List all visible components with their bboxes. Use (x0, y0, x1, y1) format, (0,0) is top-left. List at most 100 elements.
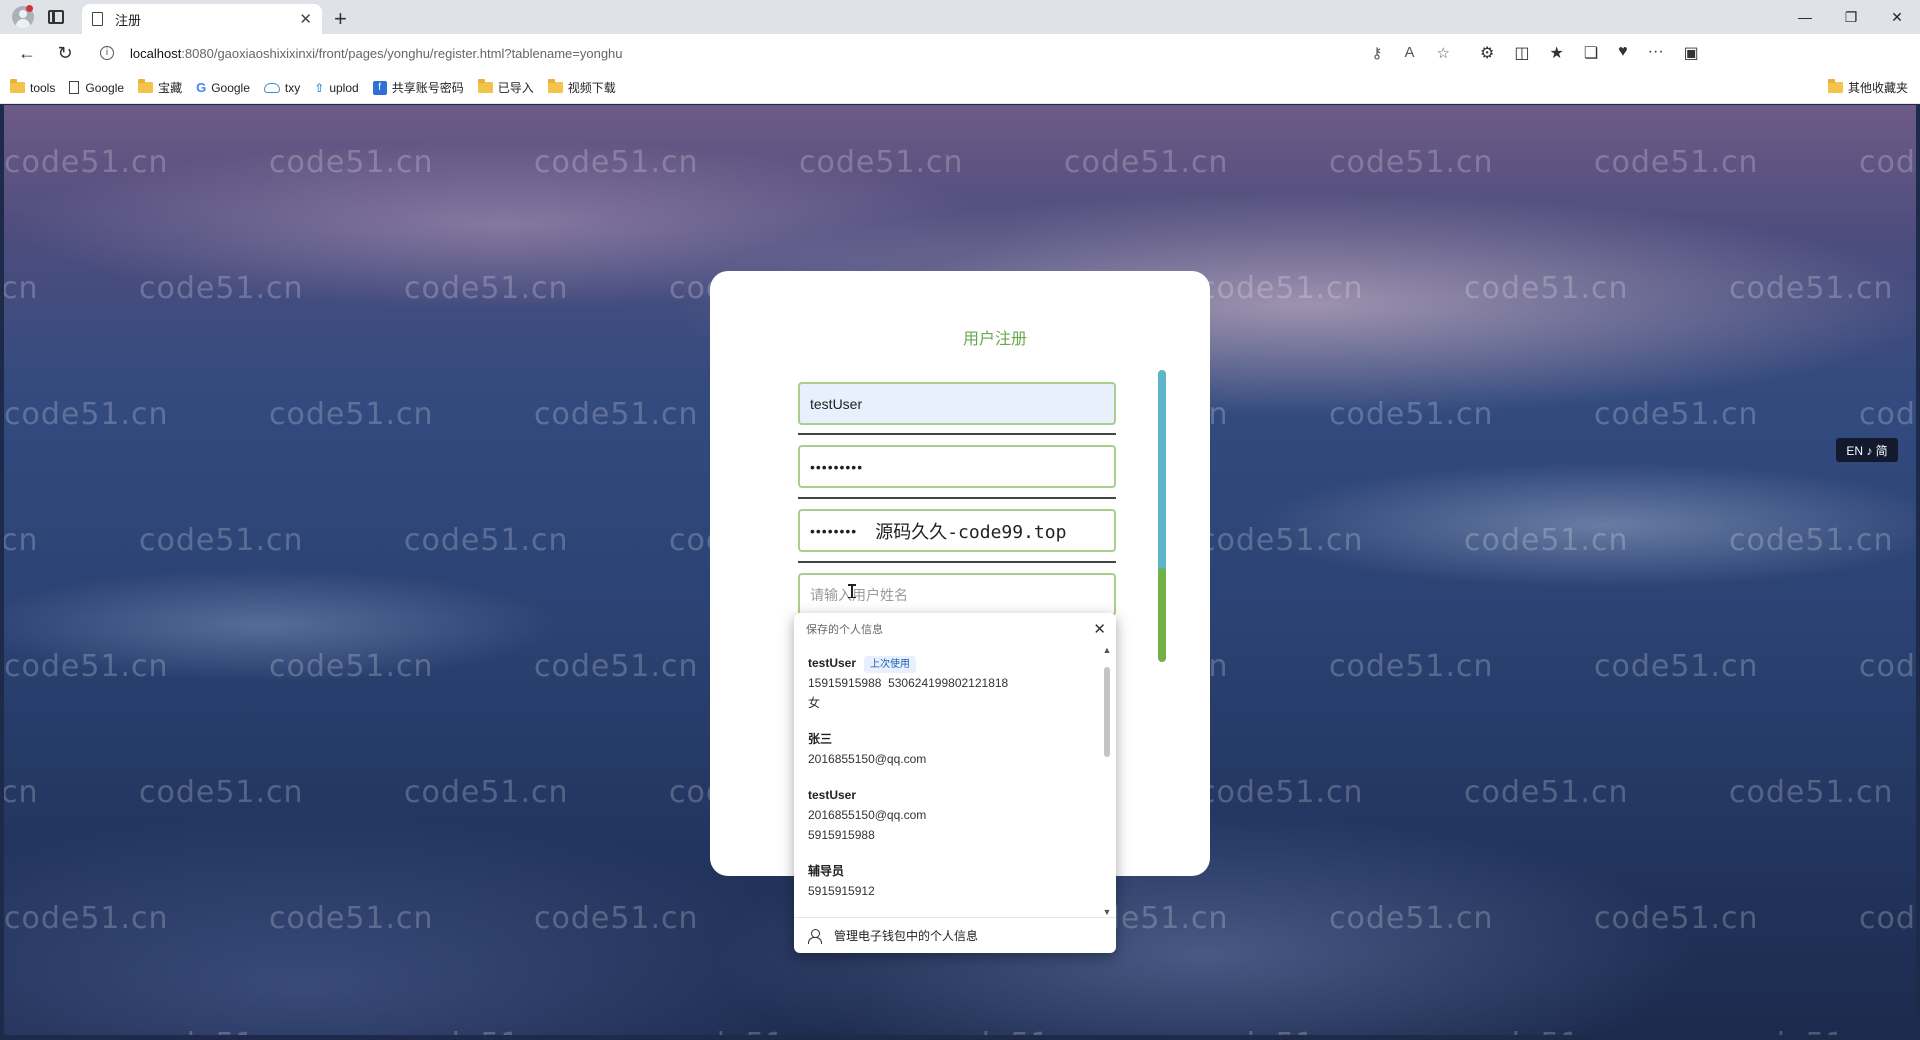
name-input[interactable]: 请输入用户姓名 (798, 573, 1116, 616)
autofill-item[interactable]: 辅导员 5915915912 (794, 853, 1102, 909)
bookmark-google[interactable]: Google (69, 81, 124, 95)
field-divider (798, 561, 1116, 563)
new-tab-button[interactable]: + (334, 4, 347, 34)
bookmark-shared-accounts[interactable]: f 共享账号密码 (372, 79, 464, 96)
form-scrollbar[interactable] (1158, 370, 1166, 662)
watermark-text: code51.cn (4, 775, 39, 810)
autofill-item[interactable]: testUser 2016855150@qq.com 5915915988 (794, 777, 1102, 853)
watermark-text: code51.cn (404, 271, 569, 306)
tab-actions-icon[interactable] (48, 10, 64, 24)
autofill-item-line: 15915915988 530624199802121818 (808, 676, 1009, 690)
tab-bar-leading-icons (0, 0, 64, 34)
minimize-button[interactable]: — (1782, 0, 1828, 34)
watermark-text: code51.cn (1199, 1027, 1364, 1035)
favorite-star-icon[interactable]: ☆ (1437, 44, 1450, 62)
address-bar[interactable]: i localhost:8080/gaoxiaoshixixinxi/front… (90, 39, 1460, 67)
password-input[interactable]: ••••••••• (798, 445, 1116, 488)
restore-button[interactable]: ❐ (1828, 0, 1874, 34)
folder-icon (10, 79, 25, 93)
autofill-item-line: 2016855150@qq.com (808, 752, 927, 766)
watermark-text: code51.cn (4, 397, 169, 432)
notification-dot-icon (26, 5, 33, 12)
browser-essentials-icon[interactable]: ♥ (1618, 43, 1628, 63)
extensions-icon[interactable]: ⚙ (1480, 43, 1494, 63)
confirm-password-input[interactable]: •••••••• 源码久久-code99.top (798, 509, 1116, 552)
scroll-up-icon[interactable]: ▲ (1102, 645, 1112, 655)
autofill-item-name: testUser (808, 788, 857, 802)
bookmark-label: Google (85, 80, 125, 95)
autofill-item-name: 辅导员 (808, 864, 845, 878)
watermark-text: code51.cn (1464, 1027, 1629, 1035)
folder-icon (138, 79, 154, 93)
watermark-text: code51.cn (534, 145, 699, 180)
watermark-text: code51.cn (139, 523, 304, 558)
scroll-thumb[interactable] (1104, 667, 1110, 757)
site-info-icon[interactable]: i (100, 46, 114, 60)
bookmark-baozang[interactable]: 宝藏 (138, 79, 182, 96)
field-divider (798, 433, 1116, 435)
bookmark-label: 视频下载 (567, 81, 616, 95)
read-aloud-icon[interactable]: A (1405, 44, 1415, 62)
tab-title: 注册 (115, 12, 142, 28)
watermark-text: code51.cn (139, 271, 304, 306)
autofill-item-line: 5915915988 (808, 828, 875, 842)
bookmark-uplod[interactable]: ⇧ uplod (314, 81, 358, 95)
watermark-text: code51.cn (1859, 145, 1916, 180)
watermark-text: code51.cn (1329, 145, 1494, 180)
watermark-text: code51.cn (1729, 1027, 1894, 1035)
key-icon[interactable]: ⚷ (1372, 44, 1383, 62)
watermark-text: code51.cn (1859, 901, 1916, 936)
manage-wallet-link[interactable]: 管理电子钱包中的个人信息 (794, 917, 1116, 953)
autofill-item-line: 5915915912 (808, 884, 875, 898)
bookmark-video-download[interactable]: 视频下载 (547, 79, 616, 96)
bookmark-txy[interactable]: txy (263, 80, 301, 95)
folder-icon (477, 79, 493, 93)
url-path: :8080/gaoxiaoshixixinxi/front/pages/yong… (181, 45, 623, 61)
watermark-text: code51.cn (1594, 145, 1759, 180)
url-host: localhost (130, 45, 182, 61)
sidebar-icon[interactable]: ▣ (1684, 43, 1699, 63)
autofill-item[interactable]: 张三 2016855150@qq.com (794, 721, 1102, 777)
watermark-text: code51.cn (1464, 523, 1629, 558)
bookmark-tools[interactable]: tools (10, 79, 55, 95)
cloud-icon (263, 82, 280, 93)
watermark-text: code51.cn (1859, 397, 1916, 432)
language-toggle[interactable]: EN ♪ 简 (1836, 438, 1898, 462)
bookmark-label: uplod (329, 80, 359, 95)
favorites-icon[interactable]: ★ (1549, 43, 1563, 63)
watermark-text: code51.cn (1594, 901, 1759, 936)
watermark-text: code51.cn (1199, 775, 1364, 810)
autofill-header: 保存的个人信息 (806, 624, 883, 636)
browser-tab-bar: 注册 ✕ + — ❐ ✕ (0, 0, 1920, 34)
close-icon[interactable]: ✕ (1093, 620, 1106, 638)
bookmark-label: txy (284, 80, 301, 95)
watermark-text: code51.cn (4, 523, 39, 558)
bookmark-google-2[interactable]: G Google (196, 80, 250, 95)
browser-tab-active[interactable]: 注册 ✕ (82, 4, 322, 34)
watermark-text: code51.cn (269, 397, 434, 432)
scroll-down-icon[interactable]: ▼ (1102, 907, 1112, 917)
browser-toolbar: ← ↻ i localhost:8080/gaoxiaoshixixinxi/f… (0, 34, 1920, 72)
autofill-item-line: 2016855150@qq.com (808, 808, 927, 822)
refresh-button[interactable]: ↻ (46, 34, 84, 72)
page-icon (92, 12, 103, 26)
more-menu-icon[interactable]: ··· (1648, 43, 1664, 63)
watermark-text: code51.cn (1594, 649, 1759, 684)
tab-close-icon[interactable]: ✕ (299, 12, 312, 27)
bookmark-other-favorites[interactable]: 其他收藏夹 (1827, 79, 1908, 96)
watermark-text: code51.cn (534, 649, 699, 684)
g-icon: G (196, 80, 207, 95)
autofill-scrollbar[interactable]: ▲ ▼ (1102, 645, 1112, 917)
watermark-text: code51.cn (404, 775, 569, 810)
autofill-item[interactable]: testUser 上次使用 15915915988 530624199802121… (794, 645, 1102, 721)
back-button[interactable]: ← (8, 34, 46, 72)
username-input[interactable]: testUser (798, 382, 1116, 425)
split-screen-icon[interactable]: ◫ (1514, 43, 1529, 63)
collections-icon[interactable]: ❏ (1584, 43, 1598, 63)
text-cursor-icon (848, 584, 856, 598)
bookmarks-bar: tools Google 宝藏 G Google txy ⇧ uplod f 共享账号… (0, 72, 1920, 104)
bookmark-label: 已导入 (497, 81, 534, 95)
window-close-button[interactable]: ✕ (1874, 0, 1920, 34)
watermark-text: code51.cn (1464, 775, 1629, 810)
bookmark-imported[interactable]: 已导入 (477, 79, 534, 96)
